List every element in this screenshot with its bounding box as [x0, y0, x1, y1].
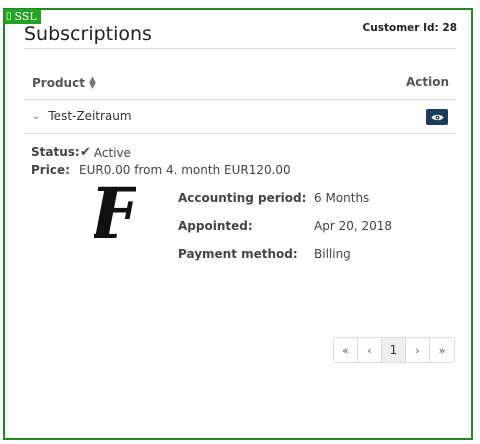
appointed-label: Appointed: — [178, 219, 253, 233]
prev-page-button[interactable]: ‹ — [358, 338, 382, 362]
page-title: Subscriptions — [24, 23, 152, 45]
accounting-period-value: 6 Months — [314, 191, 370, 205]
header-divider — [24, 99, 456, 100]
check-icon: ✔ — [80, 145, 91, 160]
customer-id: Customer Id: 28 — [362, 22, 457, 34]
column-header-product-label: Product — [32, 76, 85, 90]
chevron-down-icon[interactable]: ⌄ — [32, 111, 40, 122]
ssl-badge: ▯ SSL — [4, 9, 41, 24]
appointed-value: Apr 20, 2018 — [314, 219, 393, 233]
view-button[interactable] — [426, 109, 448, 125]
payment-method-label: Payment method: — [178, 247, 298, 261]
sort-icon[interactable]: ▲ ▼ — [89, 76, 96, 91]
lock-icon: ▯ — [6, 10, 12, 22]
column-header-action: Action — [405, 75, 449, 89]
page-1-button[interactable]: 1 — [382, 338, 406, 362]
product-name: Test-Zeitraum — [48, 109, 132, 123]
title-divider — [24, 48, 456, 49]
accounting-period-label: Accounting period: — [178, 191, 307, 205]
ssl-badge-label: SSL — [14, 10, 37, 23]
row-divider — [24, 133, 456, 134]
status-value: ✔ Active — [80, 145, 131, 160]
logo-letter: F — [94, 176, 136, 252]
next-page-button[interactable]: › — [406, 338, 430, 362]
column-header-product[interactable]: Product ▲ ▼ — [32, 76, 96, 91]
pagination: « ‹ 1 › » — [333, 337, 455, 363]
table-row[interactable]: ⌄ Test-Zeitraum — [32, 109, 132, 123]
status-text: Active — [93, 145, 132, 160]
first-page-button[interactable]: « — [334, 338, 358, 362]
eye-icon — [431, 114, 443, 120]
status-label: Status: — [31, 145, 80, 159]
payment-method-value: Billing — [314, 247, 351, 261]
publication-logo: F — [94, 176, 136, 252]
price-label: Price: — [31, 163, 70, 177]
price-value: EUR0.00 from 4. month EUR120.00 — [79, 163, 291, 177]
last-page-button[interactable]: » — [430, 338, 454, 362]
